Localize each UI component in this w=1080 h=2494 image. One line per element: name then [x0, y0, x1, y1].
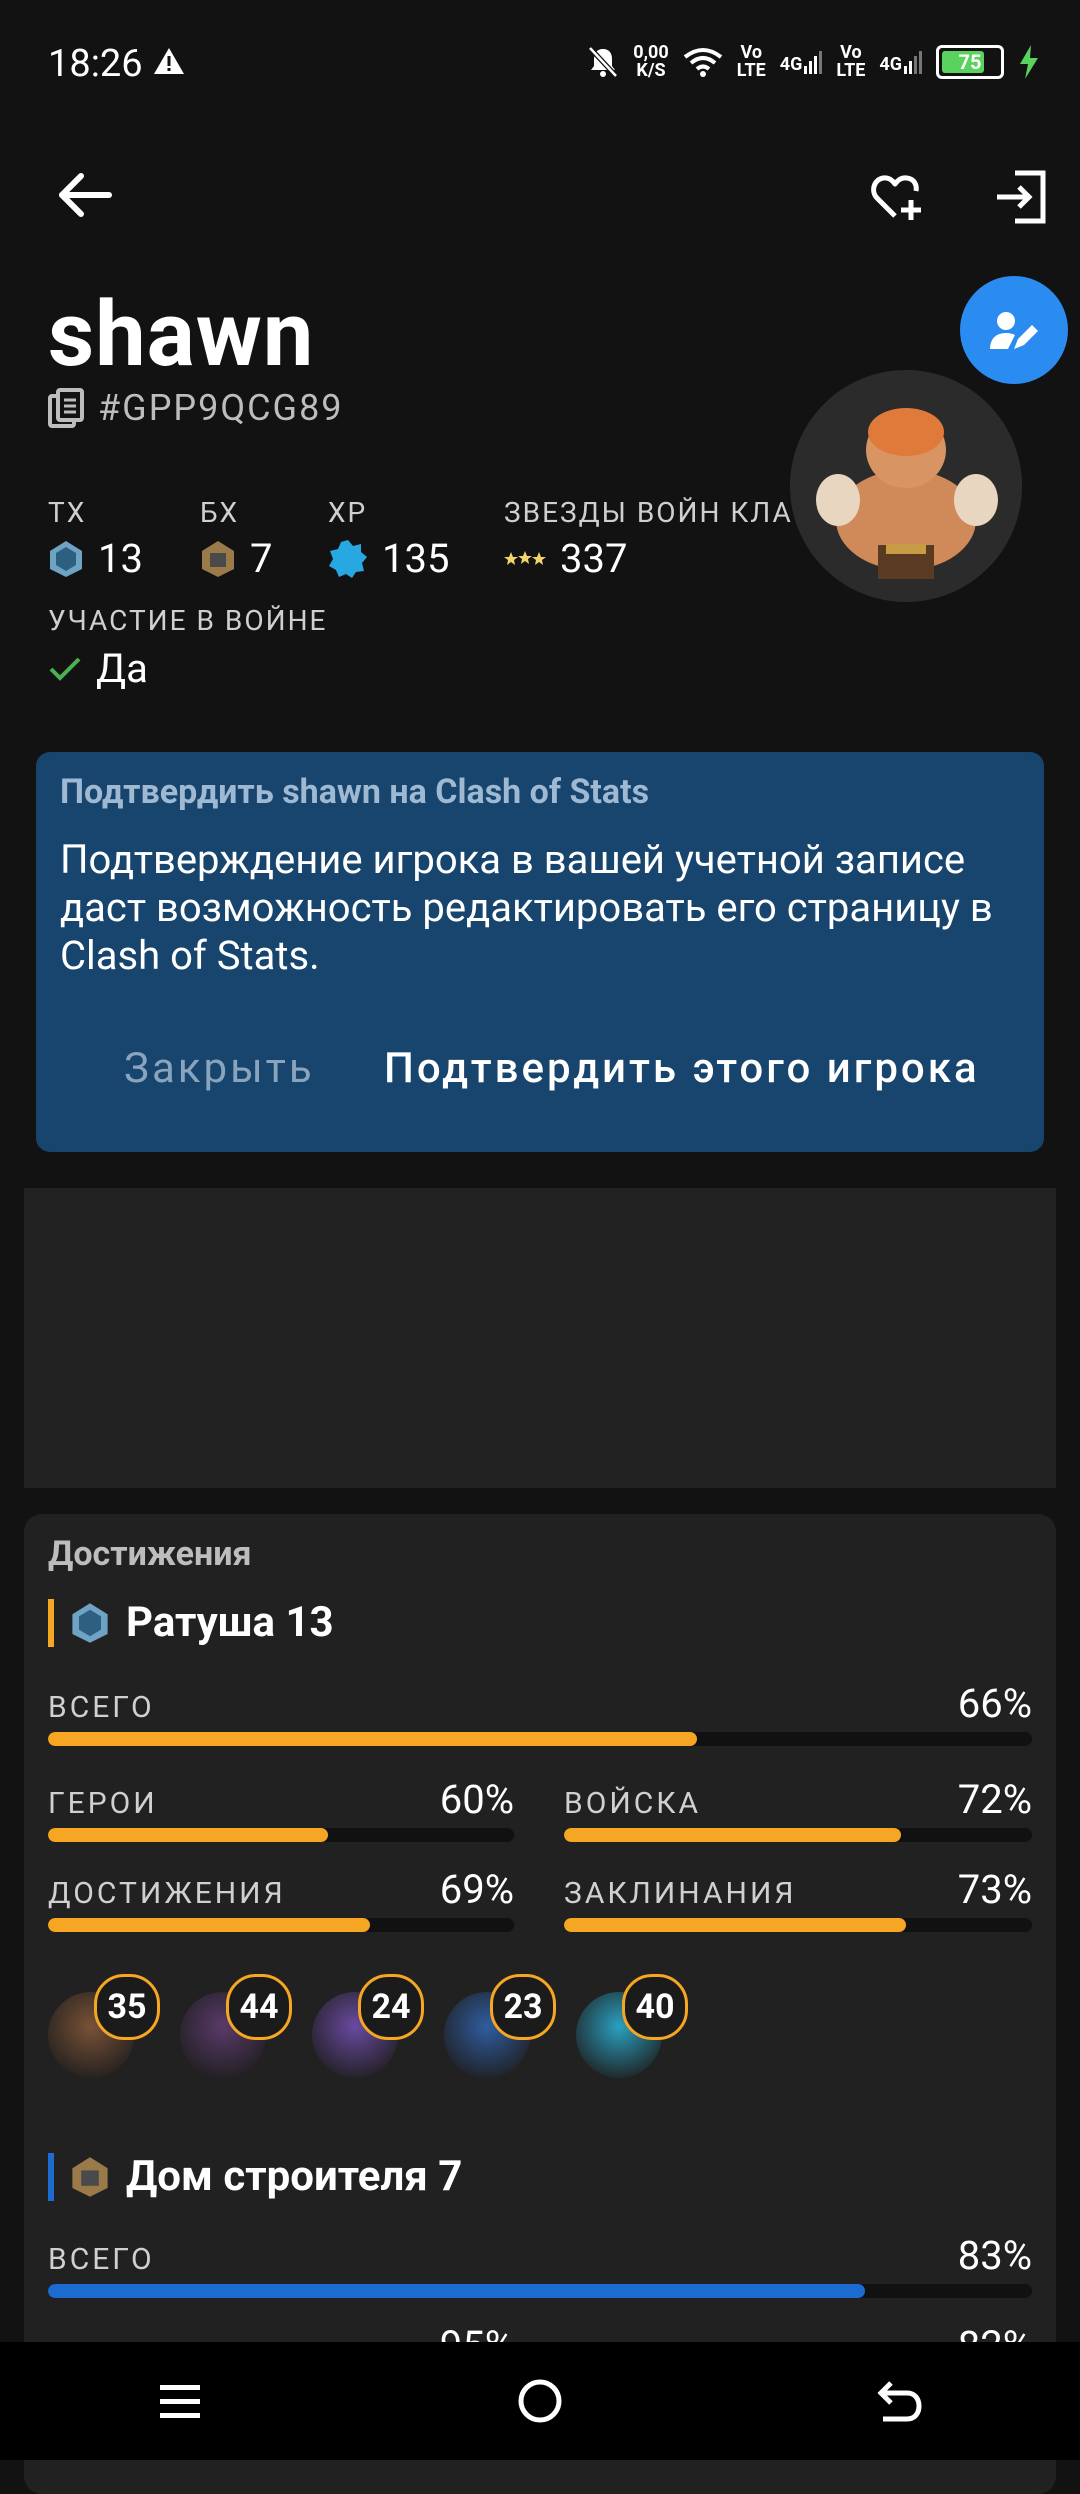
- home-button[interactable]: [480, 2351, 600, 2451]
- bh-total-progress: [48, 2284, 1032, 2298]
- nav-back-button[interactable]: [840, 2351, 960, 2451]
- heart-plus-icon: [871, 175, 921, 220]
- bh-total-label: ВСЕГО: [48, 2242, 155, 2277]
- heroes-progress: [48, 1828, 514, 1842]
- status-time: 18:26: [48, 42, 143, 86]
- status-icons: 0,00 K/S Vo LTE 4G Vo LTE 4G 75: [587, 44, 1040, 80]
- player-tag-row[interactable]: #GPP9QCG89: [48, 387, 344, 429]
- check-icon: [49, 657, 81, 681]
- wifi-icon: [683, 48, 722, 77]
- spells-progress: [564, 1918, 1032, 1932]
- heroes-pct: 60%: [439, 1776, 514, 1823]
- stars-icon: [504, 550, 546, 565]
- bh-total-pct: 83%: [957, 2232, 1032, 2279]
- top-app-bar: [0, 110, 1080, 270]
- heroes-label: ГЕРОИ: [48, 1786, 158, 1821]
- builder-hall-section-title: Дом строителя 7: [48, 2152, 462, 2201]
- hero-level-badge: 23: [490, 1974, 556, 2040]
- arrow-left-icon: [59, 173, 112, 217]
- stat-bh: БХ 7: [200, 496, 273, 582]
- builder-hall-icon: [202, 540, 234, 577]
- stat-war-stars: ЗВЕЗДЫ ВОЙН КЛАНОВ 337: [504, 496, 794, 582]
- town-hall-icon: [50, 540, 82, 577]
- charging-icon: [1020, 45, 1038, 79]
- xp-icon: [329, 539, 367, 578]
- system-nav-bar: [0, 2342, 1080, 2460]
- th-total-label: ВСЕГО: [48, 1690, 155, 1725]
- close-button[interactable]: Закрыть: [124, 1044, 315, 1093]
- confirm-player-button[interactable]: Подтвердить этого игрока: [384, 1044, 980, 1093]
- achievements-progress: [48, 1918, 514, 1932]
- hero-level-badge: 44: [226, 1974, 292, 2040]
- warning-icon: [154, 48, 184, 74]
- confirm-card-body: Подтверждение игрока в вашей учетной зап…: [60, 836, 993, 979]
- ad-placeholder: [24, 1188, 1056, 1488]
- th-total-pct: 66%: [957, 1680, 1032, 1727]
- builder-hall-icon: [72, 2156, 108, 2197]
- town-hall-icon: [72, 1602, 108, 1643]
- signal-2-icon: 4G: [879, 50, 922, 74]
- signal-1-icon: 4G: [780, 50, 823, 74]
- troops-progress: [564, 1828, 1032, 1842]
- battery-icon: 75: [936, 45, 1004, 79]
- heroes-row: 35 44 24 23 40: [48, 1974, 768, 2084]
- war-participation: УЧАСТИЕ В ВОЙНЕ Да: [48, 604, 328, 692]
- exit-button[interactable]: [976, 152, 1066, 242]
- spells-label: ЗАКЛИНАНИЯ: [564, 1876, 797, 1911]
- copy-icon: [48, 388, 84, 428]
- back-icon: [877, 2381, 922, 2422]
- add-favorite-button[interactable]: [852, 152, 942, 242]
- achievements-title: Достижения: [48, 1534, 252, 1574]
- troops-label: ВОЙСКА: [564, 1786, 702, 1821]
- hero-level-badge: 40: [622, 1974, 688, 2040]
- back-button[interactable]: [40, 150, 130, 240]
- edit-button[interactable]: [960, 276, 1068, 384]
- volte-2: Vo LTE: [836, 42, 866, 81]
- mute-icon: [588, 46, 619, 78]
- th-total-progress: [48, 1732, 1032, 1746]
- status-bar: 18:26 0,00 K/S Vo LTE 4G Vo LTE 4G 75: [0, 0, 1080, 110]
- town-hall-section-title: Ратуша 13: [48, 1598, 334, 1647]
- hero-level-badge: 35: [94, 1974, 160, 2040]
- stat-th: ТХ 13: [48, 496, 143, 582]
- confirm-player-card: Подтвердить shawn на Clash of Stats Подт…: [36, 752, 1044, 1152]
- player-tag: #GPP9QCG89: [98, 387, 344, 429]
- achievements-label: ДОСТИЖЕНИЯ: [48, 1876, 286, 1911]
- th-total-progress-fill: [48, 1732, 698, 1746]
- section-accent: [48, 1598, 54, 1647]
- player-avatar: [790, 370, 1022, 602]
- volte-1: Vo LTE: [736, 42, 766, 81]
- menu-button[interactable]: [120, 2351, 240, 2451]
- confirm-card-title: Подтвердить shawn на Clash of Stats: [60, 772, 650, 812]
- edit-person-icon: [990, 312, 1038, 349]
- achievements-pct: 69%: [439, 1866, 514, 1913]
- troops-pct: 72%: [957, 1776, 1032, 1823]
- stat-xp: XP 135: [328, 496, 450, 582]
- hero-level-badge: 24: [358, 1974, 424, 2040]
- menu-icon: [160, 2385, 200, 2418]
- spells-pct: 73%: [957, 1866, 1032, 1913]
- section-accent: [48, 2152, 54, 2201]
- logout-icon: [997, 170, 1046, 224]
- player-name: shawn: [48, 282, 315, 387]
- home-icon: [518, 2379, 562, 2423]
- goblin-character-image: [790, 370, 1022, 602]
- net-speed: 0,00 K/S: [633, 42, 669, 81]
